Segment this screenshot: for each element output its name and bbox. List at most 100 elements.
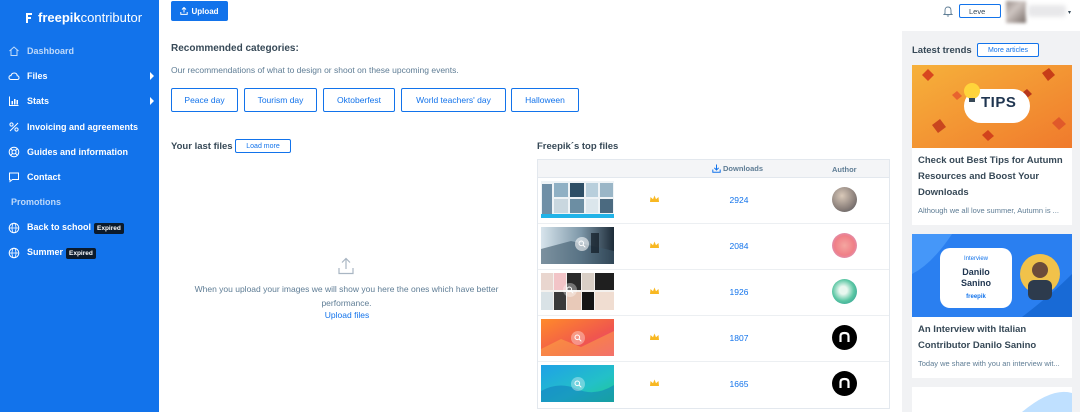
table-row[interactable]: 2084 — [538, 224, 889, 270]
file-thumbnail[interactable] — [541, 319, 614, 356]
sidebar-item-label: Contact — [27, 172, 61, 182]
sidebar-item-invoicing[interactable]: Invoicing and agreements — [0, 116, 159, 138]
brand-sub: contributor — [80, 10, 143, 25]
author-avatar[interactable] — [832, 279, 857, 304]
article-image-text: Danilo Sanino — [960, 267, 991, 288]
promotions-heading: Promotions — [11, 197, 62, 207]
author-avatar[interactable] — [832, 325, 857, 350]
user-name-redacted — [1028, 5, 1066, 17]
article-image-text: TIPS — [981, 94, 1017, 111]
author-logo-icon — [839, 377, 850, 388]
category-peace-day[interactable]: Peace day — [171, 88, 238, 112]
sidebar-item-files[interactable]: Files — [0, 65, 159, 87]
thumbnail-image — [541, 181, 614, 218]
article-image[interactable]: TIPS — [912, 65, 1072, 148]
article-excerpt: Today we share with you an interview wit… — [918, 359, 1060, 368]
file-thumbnail[interactable] — [541, 181, 614, 218]
table-header: Downloads Author — [538, 160, 889, 178]
author-avatar[interactable] — [832, 187, 857, 212]
article-title[interactable]: An Interview with Italian Contributor Da… — [918, 322, 1068, 354]
article-image[interactable]: Interview Danilo Sanino freepik — [912, 234, 1072, 317]
upload-label: Upload — [191, 6, 219, 16]
cloud-icon — [8, 72, 20, 80]
upload-button[interactable]: Upload — [171, 1, 228, 21]
load-more-button[interactable]: Load more — [235, 139, 291, 153]
last-files-title: Your last files — [171, 141, 233, 152]
brand-name: freepik — [38, 10, 81, 25]
sidebar: freepik contributor Dashboard Files Stats… — [0, 0, 159, 412]
upload-icon — [338, 257, 354, 275]
downloads-count: 1926 — [729, 287, 749, 297]
premium-crown-icon — [650, 379, 659, 386]
promo-label-wrap: Summer Expired — [27, 247, 96, 259]
more-articles-button[interactable]: More articles — [977, 43, 1039, 57]
category-tourism-day[interactable]: Tourism day — [244, 88, 317, 112]
promo-label-wrap: Back to school Expired — [27, 222, 124, 234]
article-card[interactable]: TIPS Check out Best Tips for Autumn Reso… — [912, 65, 1072, 225]
sidebar-item-label: Summer — [27, 247, 64, 258]
sidebar-item-contact[interactable]: Contact — [0, 166, 159, 188]
sidebar-item-label: Invoicing and agreements — [27, 122, 139, 132]
file-thumbnail[interactable] — [541, 227, 614, 264]
article-title[interactable]: Check out Best Tips for Autumn Resources… — [918, 153, 1068, 201]
upload-files-link[interactable]: Upload files — [300, 310, 394, 320]
article-excerpt: Although we all love summer, Autumn is .… — [918, 206, 1059, 215]
top-files-table: Downloads Author 2924 2084 1926 1807 166… — [537, 159, 890, 409]
search-icon — [571, 331, 585, 345]
chevron-right-icon — [150, 97, 154, 105]
file-thumbnail[interactable] — [541, 365, 614, 402]
level-label: Leve — [969, 6, 986, 16]
table-row[interactable]: 1665 — [538, 362, 889, 408]
table-row[interactable]: 2924 — [538, 178, 889, 224]
latest-trends-title: Latest trends — [912, 45, 972, 56]
category-oktoberfest[interactable]: Oktoberfest — [323, 88, 395, 112]
user-avatar[interactable] — [1006, 1, 1026, 23]
chat-icon — [9, 172, 19, 183]
author-avatar[interactable] — [832, 233, 857, 258]
table-row[interactable]: 1807 — [538, 316, 889, 362]
download-icon — [712, 164, 721, 173]
downloads-column-header: Downloads — [712, 164, 763, 173]
top-files-title: Freepik´s top files — [537, 141, 619, 152]
sidebar-item-label: Files — [27, 71, 48, 81]
premium-crown-icon — [650, 195, 659, 202]
article-image-kicker: Interview — [963, 256, 988, 262]
freepik-logo-icon — [26, 12, 32, 23]
freepik-contributor-logo[interactable]: freepik contributor — [23, 10, 142, 25]
category-world-teachers-day[interactable]: World teachers' day — [401, 88, 506, 112]
author-avatar[interactable] — [832, 371, 857, 396]
expired-badge: Expired — [94, 222, 124, 234]
table-row[interactable]: 1926 — [538, 270, 889, 316]
downloads-count: 1665 — [729, 379, 749, 389]
file-thumbnail[interactable] — [541, 273, 614, 310]
thumbnail-image — [541, 273, 614, 310]
author-column-header: Author — [832, 165, 857, 174]
downloads-count: 2084 — [729, 241, 749, 251]
category-halloween[interactable]: Halloween — [511, 88, 579, 112]
level-button[interactable]: Leve — [959, 4, 1001, 18]
downloads-header-label: Downloads — [723, 164, 764, 173]
chevron-right-icon — [150, 72, 154, 80]
sidebar-item-stats[interactable]: Stats — [0, 90, 159, 112]
recommended-subtitle: Our recommendations of what to design or… — [171, 65, 459, 75]
sidebar-item-label: Back to school — [27, 222, 92, 233]
expired-badge: Expired — [66, 247, 96, 259]
upload-icon — [180, 7, 189, 15]
sidebar-item-dashboard[interactable]: Dashboard — [0, 40, 159, 62]
sidebar-item-label: Dashboard — [27, 46, 75, 56]
sidebar-item-summer[interactable]: Summer Expired — [0, 242, 159, 264]
globe-icon — [8, 222, 20, 234]
recommended-title: Recommended categories: — [171, 43, 299, 54]
home-icon — [9, 46, 19, 56]
bell-icon[interactable] — [943, 6, 953, 17]
premium-crown-icon — [650, 333, 659, 340]
article-card[interactable]: Interview Danilo Sanino freepik An Inter… — [912, 234, 1072, 378]
caret-down-icon[interactable]: ▾ — [1068, 9, 1071, 16]
search-icon — [575, 237, 589, 251]
sidebar-item-guides[interactable]: Guides and information — [0, 141, 159, 163]
search-icon — [563, 283, 577, 297]
premium-crown-icon — [650, 287, 659, 294]
search-icon — [571, 377, 585, 391]
article-card[interactable] — [912, 387, 1072, 412]
sidebar-item-back-to-school[interactable]: Back to school Expired — [0, 217, 159, 239]
